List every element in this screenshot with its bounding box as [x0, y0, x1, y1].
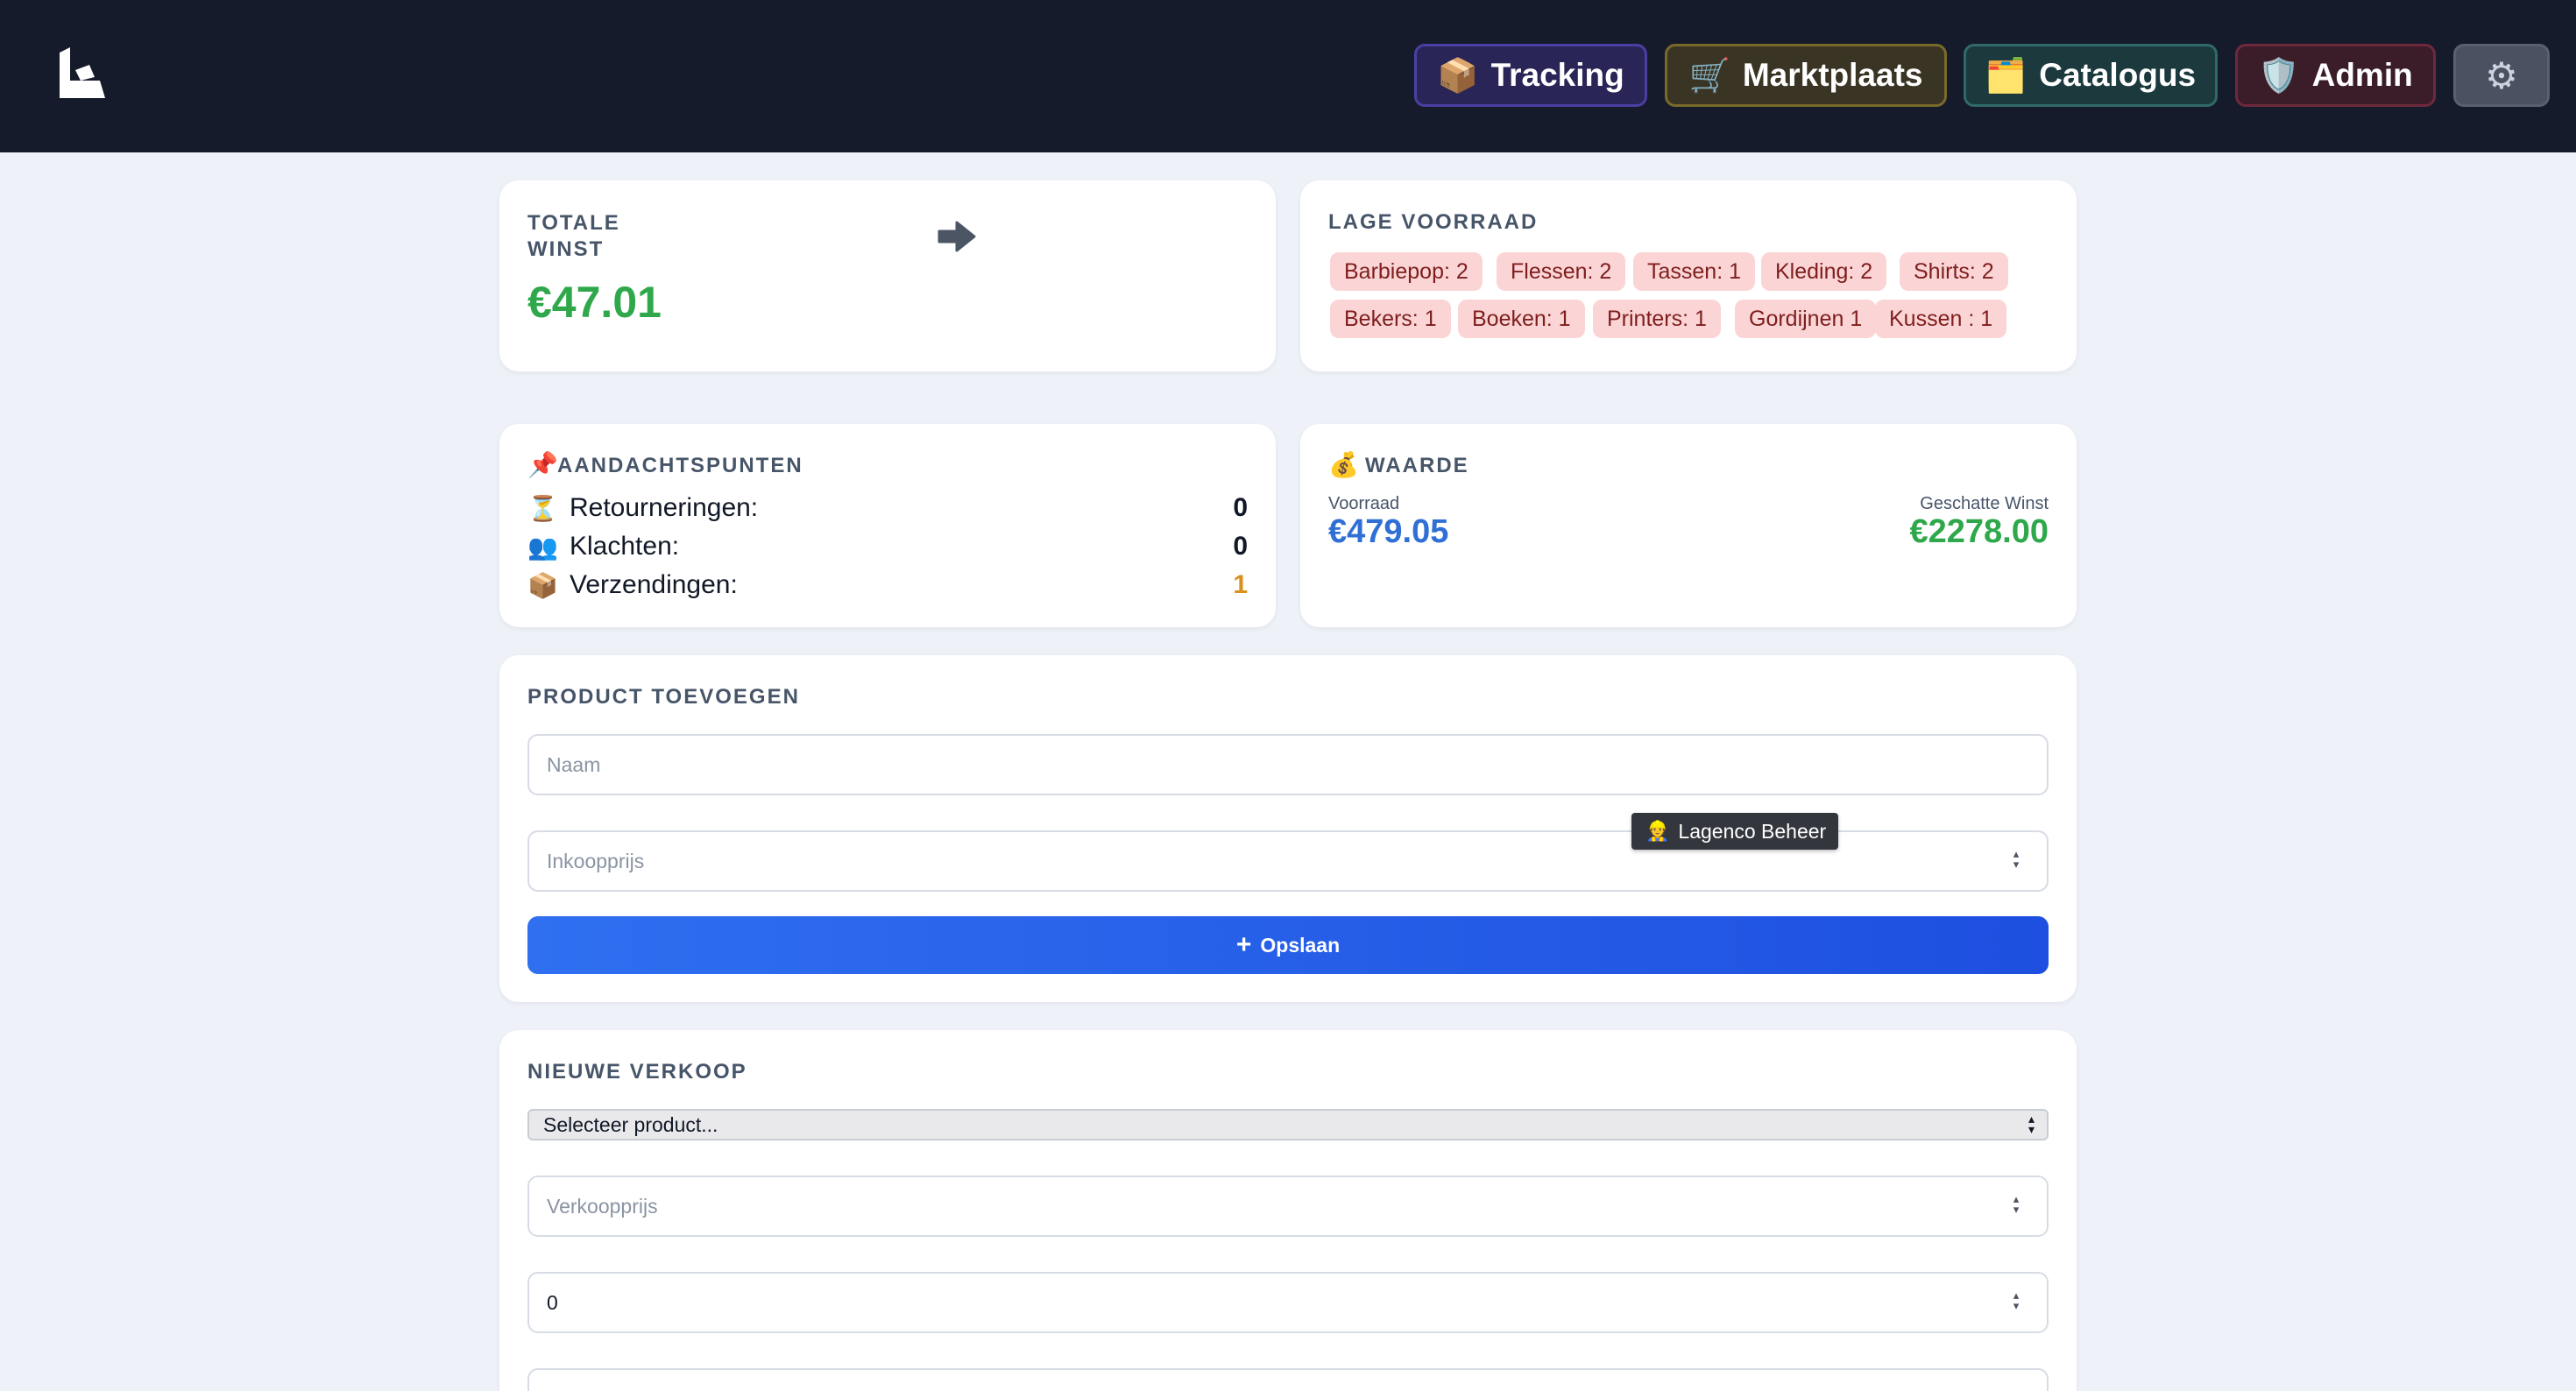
- admin-button[interactable]: 🛡️ Admin: [2235, 44, 2436, 107]
- attention-row-label: Verzendingen:: [570, 570, 738, 599]
- quantity-input[interactable]: [527, 1272, 2049, 1333]
- stock-value-label: Voorraad: [1328, 494, 1400, 513]
- total-profit-title: TOTALE WINST: [527, 210, 620, 263]
- marktplaats-button[interactable]: 🛒 Marktplaats: [1665, 44, 1947, 107]
- sale-price-stepper-icon[interactable]: ▴ ▾: [2010, 1194, 2022, 1218]
- save-product-button[interactable]: + Opslaan: [527, 916, 2049, 974]
- select-arrows-icon: ▴ ▾: [2028, 1112, 2035, 1137]
- package-icon: 📦: [527, 570, 558, 600]
- attention-row-value: 0: [1233, 532, 1248, 561]
- product-select-value: Selecteer product...: [543, 1112, 718, 1136]
- tracking-label: Tracking: [1490, 57, 1624, 93]
- low-stock-tag[interactable]: Boeken: 1: [1458, 300, 1585, 338]
- gear-icon: ⚙: [2485, 54, 2518, 96]
- stock-value: €479.05: [1328, 513, 1449, 550]
- logo-icon[interactable]: [54, 46, 107, 102]
- catalogus-button[interactable]: 🗂️ Catalogus: [1964, 44, 2218, 107]
- attention-row-complaints[interactable]: 👥 Klachten: 0: [527, 529, 1248, 564]
- attention-row-label: Klachten:: [570, 532, 680, 561]
- attention-row-label: Retourneringen:: [570, 493, 759, 522]
- tooltip-text: Lagenco Beheer: [1678, 819, 1827, 843]
- tooltip: 👷 Lagenco Beheer: [1631, 813, 1838, 850]
- shield-icon: 🛡️: [2258, 55, 2300, 95]
- pushpin-icon: 📌: [527, 450, 558, 479]
- construction-worker-icon: 👷: [1645, 820, 1670, 843]
- card-index-icon: 🗂️: [1985, 55, 2028, 95]
- save-label: Opslaan: [1260, 933, 1341, 957]
- add-product-title: PRODUCT TOEVOEGEN: [527, 685, 800, 709]
- marktplaats-label: Marktplaats: [1742, 57, 1923, 93]
- people-icon: 👥: [527, 532, 558, 561]
- new-sale-card: NIEUWE VERKOOP Selecteer product... ▴▾ ▴…: [499, 1030, 2077, 1391]
- value-title: WAARDE: [1365, 454, 1469, 477]
- settings-button[interactable]: ⚙: [2453, 44, 2550, 107]
- low-stock-tag[interactable]: Barbiepop: 2: [1330, 252, 1483, 291]
- top-navigation-bar: 📦 Tracking 🛒 Marktplaats 🗂️ Catalogus 🛡️…: [0, 0, 2576, 152]
- cart-icon: 🛒: [1688, 55, 1730, 95]
- low-stock-tag[interactable]: Flessen: 2: [1497, 252, 1626, 291]
- product-name-input[interactable]: [527, 734, 2049, 795]
- arrow-right-icon[interactable]: [936, 215, 978, 258]
- add-product-card: PRODUCT TOEVOEGEN ▴▾ + Opslaan: [499, 655, 2077, 1002]
- sale-price-input[interactable]: [527, 1176, 2049, 1237]
- low-stock-title: LAGE VOORRAAD: [1328, 210, 1539, 234]
- attention-row-returns[interactable]: ⏳ Retourneringen: 0: [527, 491, 1248, 526]
- low-stock-tag[interactable]: Shirts: 2: [1900, 252, 2008, 291]
- low-stock-tag[interactable]: Kleding: 2: [1761, 252, 1887, 291]
- estimated-profit-value: €2278.00: [1909, 513, 2049, 550]
- low-stock-tag[interactable]: Gordijnen 1: [1735, 300, 1877, 338]
- new-sale-title: NIEUWE VERKOOP: [527, 1060, 747, 1084]
- total-profit-title-line2: WINST: [527, 237, 605, 261]
- low-stock-tag[interactable]: Bekers: 1: [1330, 300, 1451, 338]
- catalogus-label: Catalogus: [2039, 57, 2197, 93]
- attention-card: 📌 AANDACHTSPUNTEN ⏳ Retourneringen: 0 👥 …: [499, 424, 1276, 627]
- tracking-button[interactable]: 📦 Tracking: [1414, 44, 1647, 107]
- total-profit-card: TOTALE WINST €47.01: [499, 180, 1276, 371]
- low-stock-tag[interactable]: Tassen: 1: [1633, 252, 1756, 291]
- value-card: 💰 WAARDE Voorraad €479.05 Geschatte Wins…: [1300, 424, 2077, 627]
- admin-label: Admin: [2311, 57, 2413, 93]
- low-stock-tag[interactable]: Kussen : 1: [1875, 300, 2007, 338]
- product-select[interactable]: Selecteer product... ▴ ▾: [527, 1109, 2049, 1140]
- purchase-price-stepper-icon[interactable]: ▴ ▾: [2010, 849, 2022, 872]
- attention-row-value: 1: [1233, 570, 1248, 599]
- low-stock-tag[interactable]: Printers: 1: [1593, 300, 1721, 338]
- attention-row-shipments[interactable]: 📦 Verzendingen: 1: [527, 568, 1248, 603]
- additional-field[interactable]: [527, 1368, 2049, 1391]
- plus-icon: +: [1235, 930, 1252, 959]
- total-profit-title-line1: TOTALE: [527, 211, 620, 235]
- hourglass-icon: ⏳: [527, 493, 558, 523]
- estimated-profit-label: Geschatte Winst: [1920, 494, 2049, 513]
- money-bag-icon: 💰: [1328, 450, 1359, 479]
- package-icon: 📦: [1437, 55, 1479, 95]
- total-profit-value: €47.01: [527, 278, 662, 327]
- quantity-stepper-icon[interactable]: ▴ ▾: [2010, 1290, 2022, 1314]
- attention-row-value: 0: [1233, 493, 1248, 522]
- attention-title: AANDACHTSPUNTEN: [557, 454, 803, 477]
- low-stock-card: LAGE VOORRAAD Barbiepop: 2 Flessen: 2 Ta…: [1300, 180, 2077, 371]
